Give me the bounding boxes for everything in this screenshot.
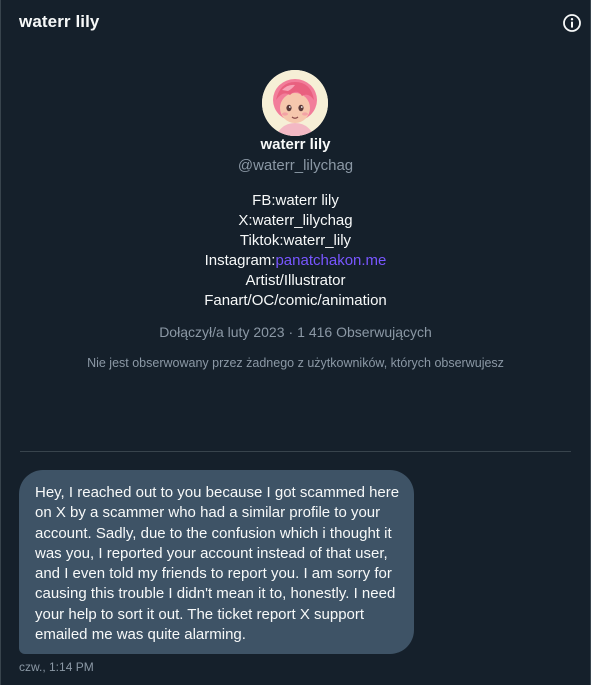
avatar-illustration [262, 70, 328, 136]
message-bubble[interactable]: Hey, I reached out to you because I got … [19, 470, 414, 654]
section-divider [20, 451, 571, 452]
joined-date: Dołączył/a luty 2023 [159, 324, 285, 340]
bio-line-x: X:waterr_lilychag [238, 212, 353, 229]
followers-count-link[interactable]: 1 416 Obserwujących [297, 324, 432, 340]
dm-conversation-window: waterr lily waterr lily @waterr_lilychag… [0, 0, 591, 685]
instagram-label: Instagram: [204, 252, 276, 269]
bio-line-tiktok: Tiktok:waterr_lily [239, 232, 352, 249]
conversation-title: waterr lily [19, 12, 100, 31]
meta-separator: · [288, 324, 294, 340]
not-followed-note: Nie jest obserwowany przez żadnego z uży… [87, 356, 504, 370]
info-icon[interactable] [562, 13, 582, 33]
avatar[interactable] [262, 70, 328, 136]
profile-meta: Dołączył/a luty 2023 · 1 416 Obserwujących [0, 324, 591, 340]
profile-handle[interactable]: @waterr_lilychag [0, 157, 591, 174]
message-timestamp: czw., 1:14 PM [19, 660, 94, 674]
bio-line-fanart: Fanart/OC/comic/animation [204, 292, 387, 309]
profile-display-name[interactable]: waterr lily [0, 136, 591, 153]
bio-line-artist: Artist/Illustrator [245, 272, 346, 289]
conversation-header: waterr lily [0, 0, 591, 46]
instagram-link[interactable]: panatchakon.me [275, 252, 386, 269]
bio-line-fb: FB:waterr lily [252, 192, 339, 209]
profile-bio: FB:waterr lily X:waterr_lilychag Tiktok:… [0, 191, 591, 311]
bio-line-instagram: Instagram:panatchakon.me [0, 251, 591, 271]
left-border [0, 0, 1, 685]
